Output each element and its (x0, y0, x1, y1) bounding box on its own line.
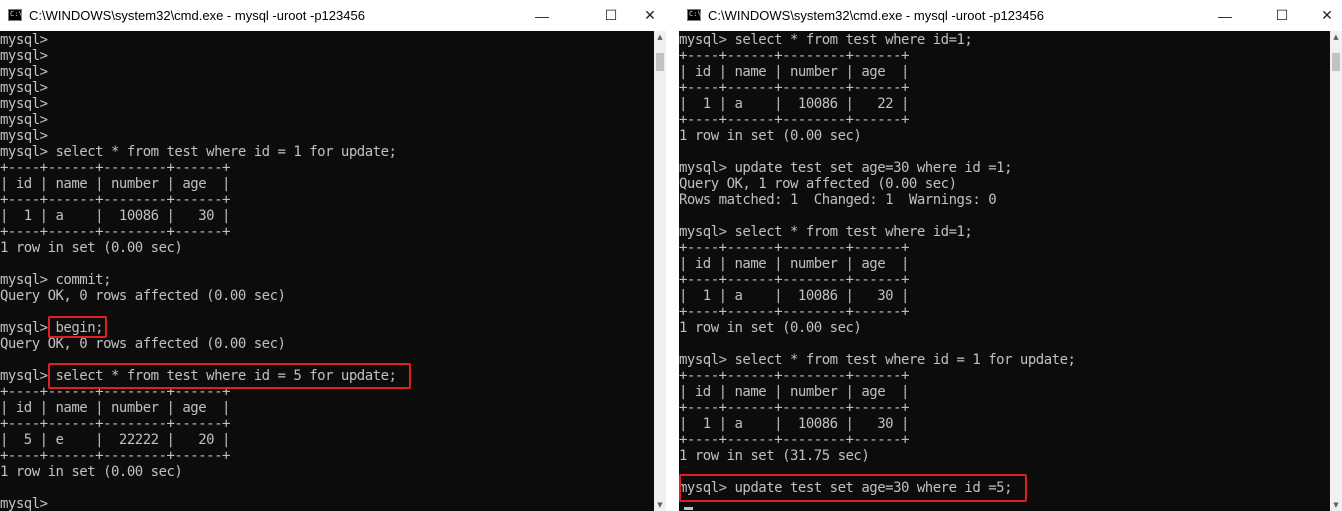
console-line: 1 row in set (0.00 sec) (679, 128, 862, 144)
console-line: | 1 | a | 10086 | 30 | (0, 208, 230, 224)
console-line: mysql> select * from test where id = 1 f… (679, 352, 1076, 368)
console-line: 1 row in set (0.00 sec) (0, 240, 183, 256)
cmd-window-right: C:\ C:\WINDOWS\system32\cmd.exe - mysql … (679, 0, 1342, 511)
window-title: C:\WINDOWS\system32\cmd.exe - mysql -uro… (29, 8, 365, 23)
highlight-select-for-update-command (48, 363, 411, 389)
console-line: mysql> commit; (0, 272, 112, 288)
console-line: +----+------+--------+------+ (679, 400, 909, 416)
cmd-window-left: C:\ C:\WINDOWS\system32\cmd.exe - mysql … (0, 0, 666, 511)
console-line: | id | name | number | age | (679, 256, 909, 272)
close-button[interactable]: ✕ (634, 0, 666, 31)
console-line: mysql> select * from test where id=1; (679, 224, 973, 240)
vertical-scrollbar[interactable]: ▲ ▼ (1330, 31, 1342, 511)
scroll-down-arrow-icon[interactable]: ▼ (1330, 499, 1342, 511)
console-output[interactable]: mysql> select * from test where id=1; +--… (679, 31, 1330, 511)
cmd-icon: C:\ (687, 9, 702, 21)
console-line: mysql> (0, 80, 48, 96)
console-line: +----+------+--------+------+ (679, 368, 909, 384)
console-line: Query OK, 0 rows affected (0.00 sec) (0, 288, 286, 304)
maximize-button[interactable]: ☐ (1259, 0, 1305, 31)
console-line: +----+------+--------+------+ (0, 448, 230, 464)
console-line: +----+------+--------+------+ (679, 240, 909, 256)
console-line: +----+------+--------+------+ (679, 48, 909, 64)
console-line: | id | name | number | age | (0, 400, 230, 416)
console-line: Query OK, 1 row affected (0.00 sec) (679, 176, 957, 192)
console-line: Rows matched: 1 Changed: 1 Warnings: 0 (679, 192, 997, 208)
console-line: mysql> (0, 128, 48, 144)
highlight-update-command (679, 474, 1027, 502)
console-line: | 5 | e | 22222 | 20 | (0, 432, 230, 448)
console-line: 1 row in set (31.75 sec) (679, 448, 870, 464)
minimize-button[interactable]: — (519, 0, 565, 31)
console-line: 1 row in set (0.00 sec) (0, 464, 183, 480)
scroll-up-arrow-icon[interactable]: ▲ (1330, 31, 1342, 43)
console-line: +----+------+--------+------+ (679, 432, 909, 448)
scroll-up-arrow-icon[interactable]: ▲ (654, 31, 666, 43)
console-line: mysql> (0, 496, 48, 511)
console-line: | id | name | number | age | (679, 384, 909, 400)
scrollbar-thumb[interactable] (1332, 53, 1340, 71)
console-line: +----+------+--------+------+ (0, 224, 230, 240)
console-line: mysql> (0, 96, 48, 112)
highlight-begin-command (48, 316, 107, 338)
scroll-down-arrow-icon[interactable]: ▼ (654, 499, 666, 511)
console-line: mysql> select * from test where id = 1 f… (0, 144, 397, 160)
console-line: mysql> update test set age=30 where id =… (679, 160, 1013, 176)
console-line: mysql> (0, 32, 48, 48)
console-line: | 1 | a | 10086 | 30 | (679, 288, 909, 304)
console-output[interactable]: mysql> mysql> mysql> mysql> mysql> mysql> mysq… (0, 31, 654, 511)
scrollbar-thumb[interactable] (656, 53, 664, 71)
title-bar[interactable]: C:\ C:\WINDOWS\system32\cmd.exe - mysql … (0, 0, 666, 31)
console-line: +----+------+--------+------+ (0, 416, 230, 432)
maximize-button[interactable]: ☐ (588, 0, 634, 31)
console-line: +----+------+--------+------+ (679, 80, 909, 96)
console-line: mysql> (0, 48, 48, 64)
console-line: | id | name | number | age | (679, 64, 909, 80)
console-line: | 1 | a | 10086 | 30 | (679, 416, 909, 432)
text-cursor (684, 507, 693, 510)
console-line: mysql> (0, 64, 48, 80)
window-title: C:\WINDOWS\system32\cmd.exe - mysql -uro… (708, 8, 1044, 23)
console-line: +----+------+--------+------+ (679, 112, 909, 128)
cmd-icon: C:\ (8, 9, 23, 21)
console-line: Query OK, 0 rows affected (0.00 sec) (0, 336, 286, 352)
console-line: mysql> (0, 112, 48, 128)
console-line: +----+------+--------+------+ (0, 192, 230, 208)
console-line: | 1 | a | 10086 | 22 | (679, 96, 909, 112)
close-button[interactable]: ✕ (1304, 0, 1342, 31)
console-line: +----+------+--------+------+ (679, 272, 909, 288)
console-line: 1 row in set (0.00 sec) (679, 320, 862, 336)
console-line: +----+------+--------+------+ (0, 160, 230, 176)
console-line: | id | name | number | age | (0, 176, 230, 192)
vertical-scrollbar[interactable]: ▲ ▼ (654, 31, 666, 511)
console-line: mysql> select * from test where id=1; (679, 32, 973, 48)
console-line: +----+------+--------+------+ (679, 304, 909, 320)
minimize-button[interactable]: — (1202, 0, 1248, 31)
title-bar[interactable]: C:\ C:\WINDOWS\system32\cmd.exe - mysql … (679, 0, 1342, 31)
